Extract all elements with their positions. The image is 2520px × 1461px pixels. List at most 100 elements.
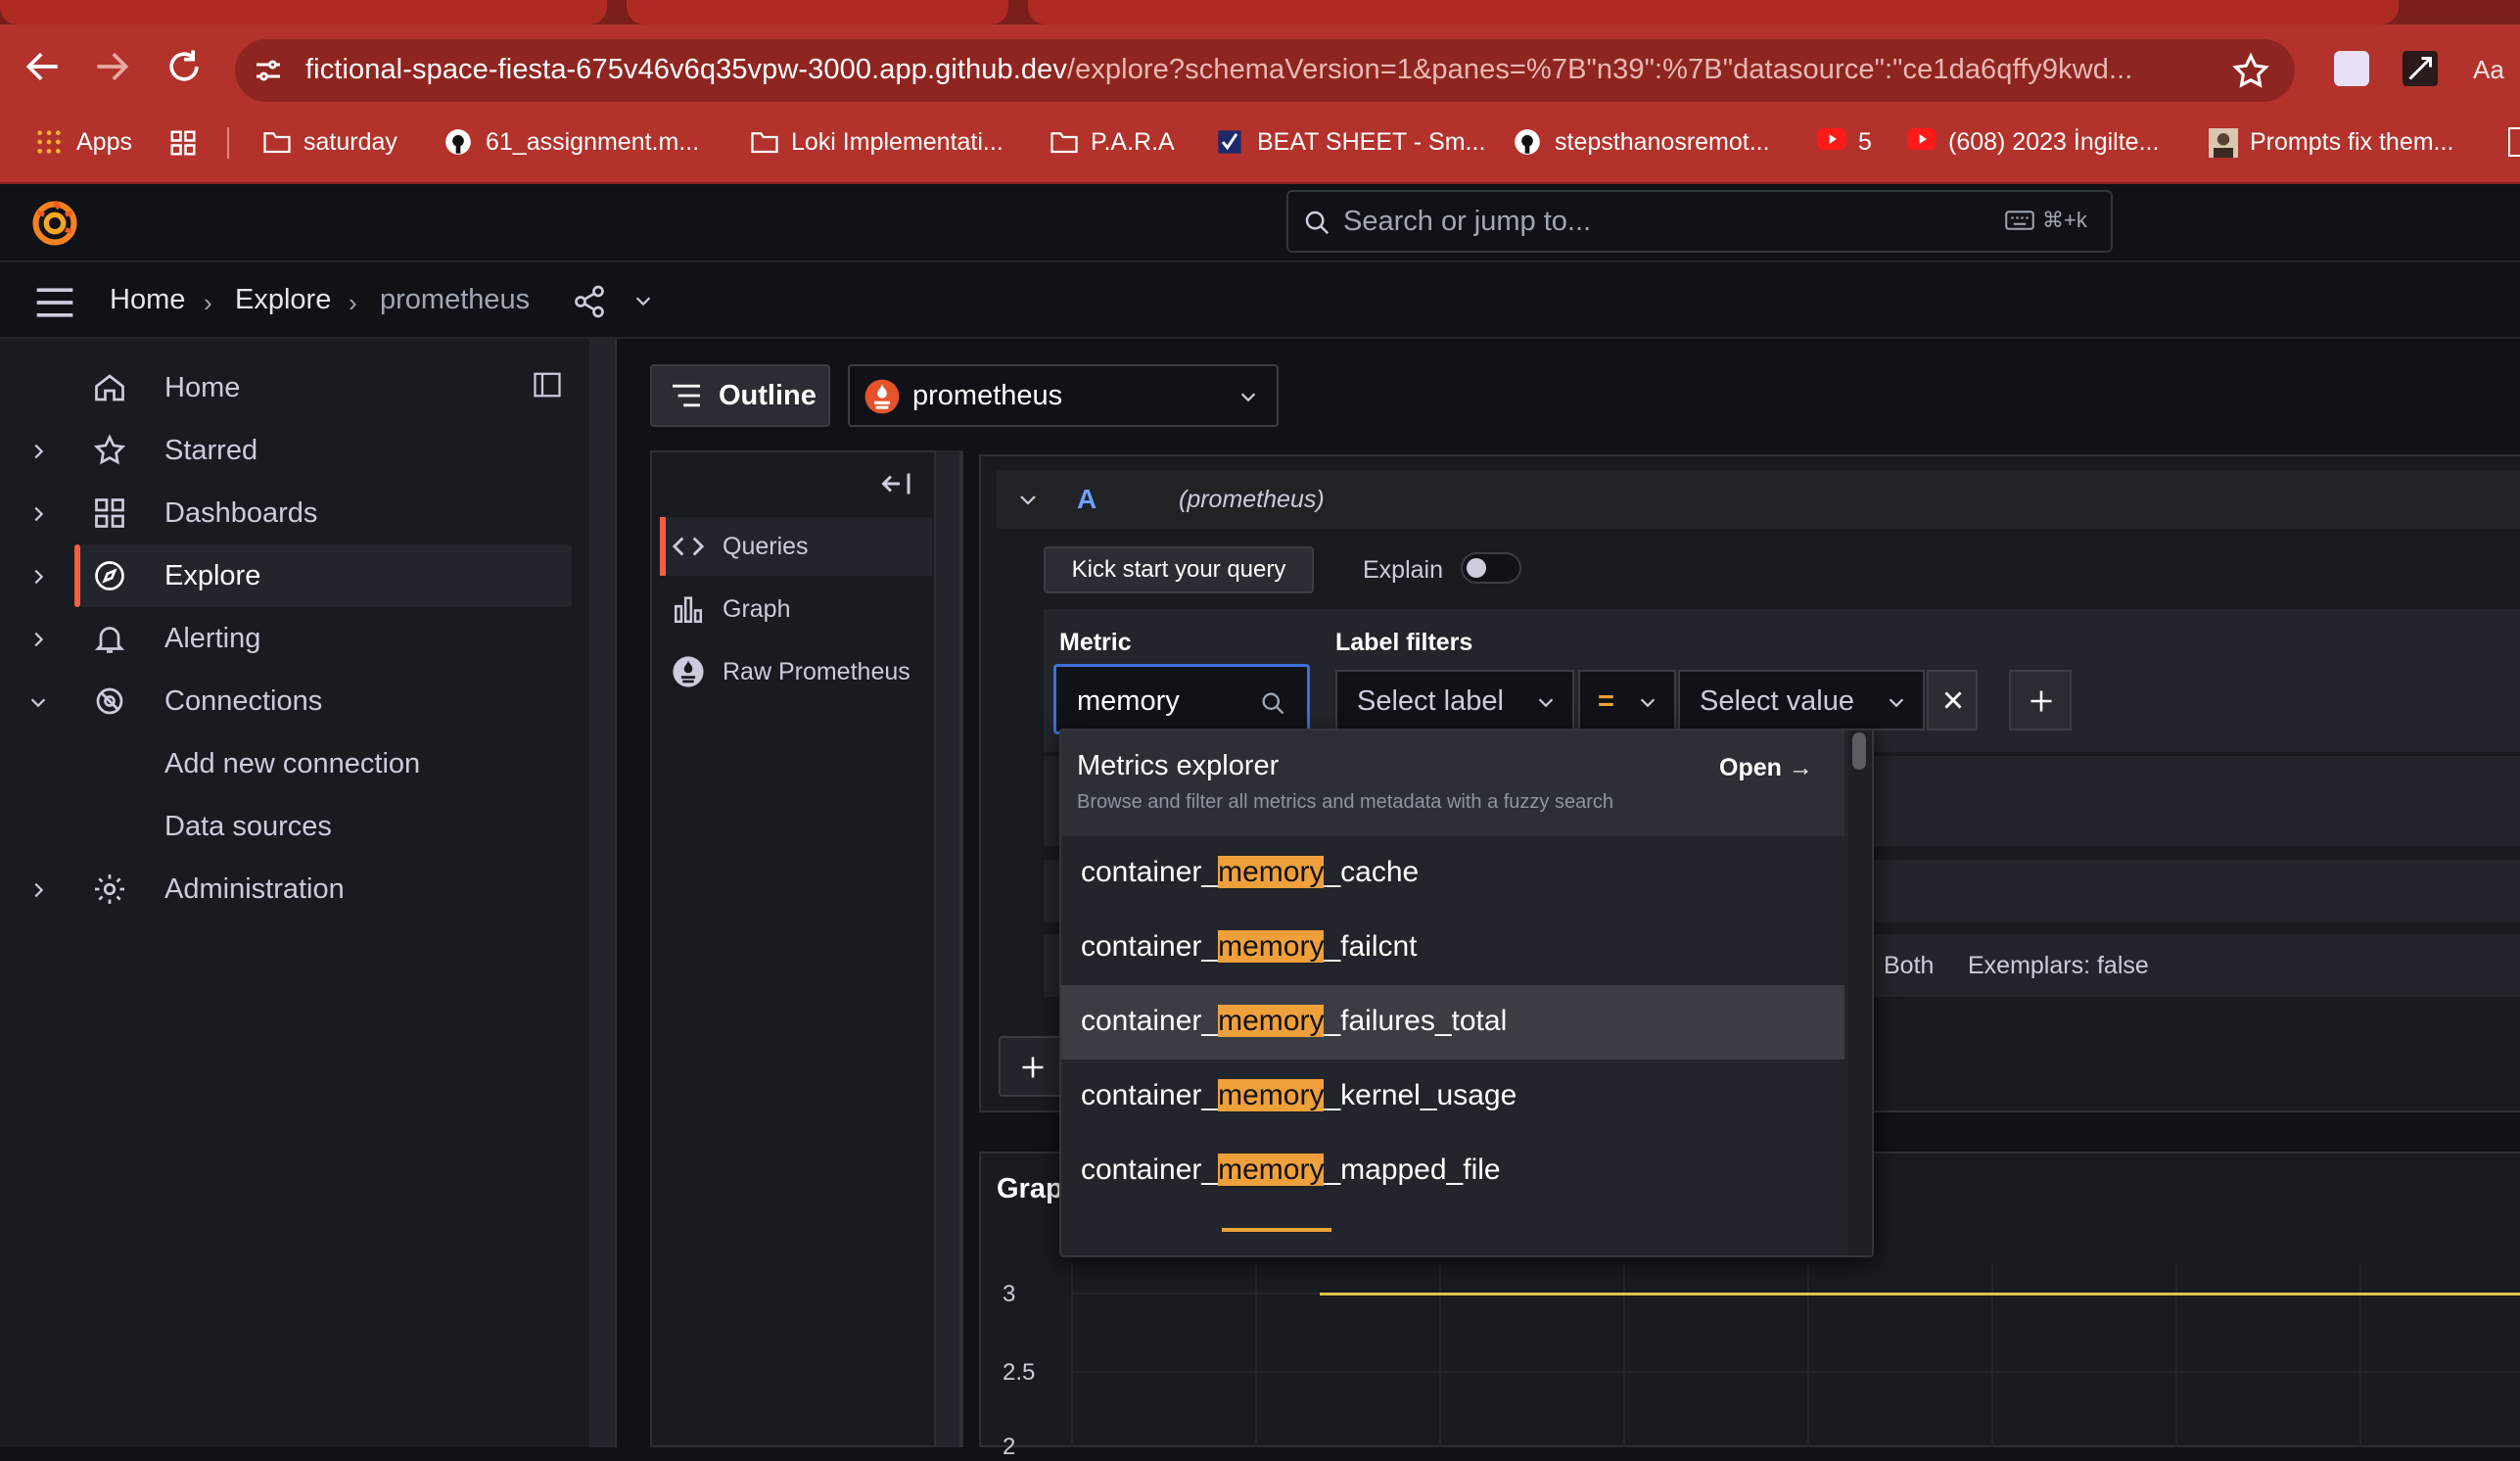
chevron-right-icon[interactable] xyxy=(27,503,49,525)
bookmark-label: Loki Implementati... xyxy=(791,127,1003,156)
bookmark-beat-sheet[interactable]: BEAT SHEET - Sm... xyxy=(1216,124,1485,160)
chevron-down-icon[interactable] xyxy=(1016,488,1040,511)
add-query-button[interactable] xyxy=(999,1036,1065,1097)
chevron-down-icon[interactable] xyxy=(632,290,654,311)
bookmark-label: 5 xyxy=(1858,127,1872,156)
back-icon[interactable] xyxy=(22,45,65,88)
metric-option[interactable]: container_memory_mapped_file xyxy=(1061,1134,1844,1208)
bookmark-label: stepsthanosremot... xyxy=(1555,127,1770,156)
sidebar-item-home[interactable]: Home xyxy=(74,356,572,419)
metric-option[interactable]: container_memory_cache xyxy=(1061,836,1844,911)
bookmark-assignment[interactable]: 61_assignment.m... xyxy=(444,124,699,160)
chevron-right-icon[interactable] xyxy=(27,441,49,462)
sidebar-item-add-new-connection[interactable]: Add new connection xyxy=(74,732,572,795)
chevron-right-icon[interactable] xyxy=(27,629,49,650)
metric-option[interactable]: container_memory_kernel_usage xyxy=(1061,1060,1844,1134)
select-value-placeholder: Select value xyxy=(1700,685,1854,717)
gear-icon xyxy=(92,872,127,907)
sidebar-item-explore[interactable]: Explore xyxy=(74,544,572,607)
bookmark-loki[interactable]: Loki Implementati... xyxy=(750,124,1003,160)
url-host: fictional-space-fiesta-675v46v6q35vpw-30… xyxy=(305,54,1067,85)
sidebar-item-connections[interactable]: Connections xyxy=(74,670,572,732)
chevron-down-icon xyxy=(1637,691,1658,713)
tab-groups-icon[interactable] xyxy=(168,124,196,160)
outline-item-graph[interactable]: Graph xyxy=(662,580,932,638)
metrics-explorer-open-button[interactable]: Open → xyxy=(1719,754,1813,782)
outline-item-raw-prometheus[interactable]: Raw Prometheus xyxy=(662,642,932,701)
bookmark-saturday[interactable]: saturday xyxy=(262,124,397,160)
dropdown-scrollbar[interactable] xyxy=(1848,730,1872,1255)
translate-icon[interactable]: Aa xyxy=(2473,55,2512,90)
remove-filter-button[interactable] xyxy=(1927,670,1978,730)
explain-toggle[interactable] xyxy=(1461,552,1521,584)
metric-option-label: container_memory_kernel_usage xyxy=(1081,1079,1517,1111)
sidebar-item-alerting[interactable]: Alerting xyxy=(74,607,572,670)
site-settings-icon[interactable] xyxy=(251,53,286,88)
search-icon xyxy=(1259,689,1286,717)
share-icon[interactable] xyxy=(572,284,607,319)
grafana-logo-icon[interactable] xyxy=(29,198,80,249)
metric-option[interactable]: container_memory_failcnt xyxy=(1061,911,1844,985)
reload-icon[interactable] xyxy=(163,45,206,88)
add-filter-button[interactable] xyxy=(2009,670,2072,730)
chevron-down-icon[interactable] xyxy=(27,691,49,713)
sidebar-resize-handle[interactable] xyxy=(591,339,617,1447)
operator-value: = xyxy=(1598,685,1614,717)
menu-icon[interactable] xyxy=(33,286,76,319)
chevron-right-icon[interactable] xyxy=(27,566,49,588)
metric-option-highlighted[interactable]: container_memory_failures_total xyxy=(1061,985,1844,1060)
match-highlight: memory xyxy=(1218,856,1325,888)
breadcrumb-explore[interactable]: Explore xyxy=(235,284,331,316)
list-icon xyxy=(670,382,703,409)
metric-option-label: container_memory_failures_total xyxy=(1081,1005,1508,1037)
bookmark-youtube-2023[interactable]: (608) 2023 İngilte... xyxy=(1907,124,2159,160)
sidebar-item-administration[interactable]: Administration xyxy=(74,858,572,920)
select-value-dropdown[interactable]: Select value xyxy=(1678,670,1925,730)
metric-option-label: container_memory_cache xyxy=(1081,856,1420,888)
extension-icon[interactable] xyxy=(2403,51,2438,86)
outline-item-queries[interactable]: Queries xyxy=(660,517,932,576)
sidebar-item-label: Explore xyxy=(164,559,261,591)
bookmark-youtube-5[interactable]: 5 xyxy=(1817,124,1872,160)
browser-tab[interactable] xyxy=(627,0,1008,24)
sidebar-item-data-sources[interactable]: Data sources xyxy=(74,795,572,858)
chevron-down-icon xyxy=(1535,691,1557,713)
sidebar-item-label: Connections xyxy=(164,684,323,717)
select-label-dropdown[interactable]: Select label xyxy=(1335,670,1574,730)
extension-icon[interactable] xyxy=(2334,51,2369,86)
bookmark-apps[interactable]: Apps xyxy=(35,124,132,160)
breadcrumb-home[interactable]: Home xyxy=(110,284,185,316)
kick-start-button[interactable]: Kick start your query xyxy=(1044,546,1314,593)
grafana-topbar xyxy=(0,184,2520,262)
prometheus-icon xyxy=(863,378,901,415)
breadcrumb-current: prometheus xyxy=(380,284,531,315)
datasource-name: prometheus xyxy=(912,380,1063,411)
sidebar-item-label: Administration xyxy=(164,872,345,905)
forward-icon[interactable] xyxy=(90,45,133,88)
bookmark-para[interactable]: P.A.R.A xyxy=(1050,124,1175,160)
url-text[interactable]: fictional-space-fiesta-675v46v6q35vpw-30… xyxy=(305,54,2132,86)
match-highlight: memory xyxy=(1218,930,1325,963)
sidebar-item-starred[interactable]: Starred xyxy=(74,419,572,482)
collapse-outline-icon[interactable] xyxy=(879,468,914,499)
dropdown-scroll-thumb[interactable] xyxy=(1852,732,1866,770)
bookmark-stepsthanos[interactable]: stepsthanosremot... xyxy=(1514,124,1770,160)
outline-item-label: Graph xyxy=(723,594,791,623)
browser-tab[interactable] xyxy=(1028,0,2399,24)
outline-resize-handle[interactable] xyxy=(934,450,961,1447)
browser-tab[interactable] xyxy=(0,0,607,24)
folder-icon[interactable] xyxy=(2508,127,2520,157)
sidebar-item-dashboards[interactable]: Dashboards xyxy=(74,482,572,544)
chevron-right-icon[interactable] xyxy=(27,879,49,901)
bookmark-star-icon[interactable] xyxy=(2230,51,2271,92)
bookmark-prompts[interactable]: Prompts fix them... xyxy=(2209,124,2453,160)
metrics-explorer-row[interactable] xyxy=(1061,730,1844,836)
outline-item-label: Queries xyxy=(723,532,809,560)
query-datasource-label: (prometheus) xyxy=(1179,486,1325,513)
operator-dropdown[interactable]: = xyxy=(1578,670,1676,730)
grid-line xyxy=(1255,1263,1257,1447)
query-ref-id[interactable]: A xyxy=(1077,484,1097,515)
metric-label: Metric xyxy=(1059,629,1132,656)
bookmark-label: Prompts fix them... xyxy=(2250,127,2454,156)
browser-tab-strip xyxy=(0,0,2520,24)
